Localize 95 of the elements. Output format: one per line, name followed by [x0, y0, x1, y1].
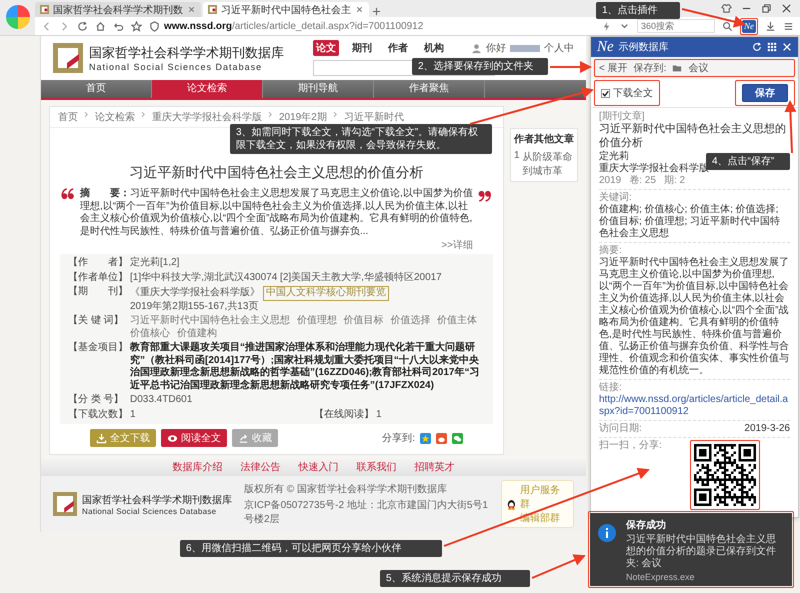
breadcrumb-link[interactable]: 2019年2期 — [279, 110, 327, 124]
database-name: 示例数据库 — [618, 40, 669, 54]
callout-tooltip: 4、点击“保存” — [706, 153, 790, 170]
nav-tab[interactable]: 期刊导航 — [263, 80, 374, 98]
action-button[interactable]: 全文下载 — [90, 429, 156, 447]
field-value: 教育部重大课题攻关项目“推进国家治理体系和治理能力现代化若干重大问题研究”（教社科司函[2014]177号）;国家社科规划重大委托项目“十八大以来党中央治国理政新理念新思想新战略的哲学基础”(16ZZD046);教育部社科司2017年“习近平总书记治国理政新理念新思想新战略研究专项任务”(17JFZX024) — [130, 342, 480, 392]
nav-tab[interactable]: 论文检索 — [152, 80, 263, 98]
expand-button[interactable]: < 展开 — [599, 61, 628, 75]
keyword-link[interactable]: 价值目标 — [344, 315, 384, 328]
search-tab[interactable]: 机构 — [421, 40, 447, 56]
plugin-logo: Ne — [597, 38, 614, 56]
field-label: 【期 刊】 — [68, 286, 126, 299]
search-tab[interactable]: 论文 — [313, 40, 339, 56]
folder-name[interactable]: 会议 — [688, 61, 708, 75]
footer-link[interactable]: 法律公告 — [240, 459, 280, 476]
abstract: 摘 要：习近平新时代中国特色社会主义思想发展了马克思主义价值论,以中国梦为价值理想,以“两个一百年”为价值目标,以中国特色社会主义为价值选择,以人民为价值主体,以社会主义核心价值观为价值核心,以“四个全面”战略布局为价值建构。它具有鲜明的价值特色,是时代性与民族性、特殊价值与普遍价值、弘扬正价值与摒弃负... — [80, 188, 473, 238]
search-tab[interactable]: 作者 — [385, 40, 411, 56]
abstract-label: 摘要: — [599, 244, 623, 256]
record-keywords: 价值建构; 价值核心; 价值主体; 价值选择; 价值目标; 价值理想; 习近平新时代中国特色社会主义思想 — [599, 204, 782, 240]
keyword-link[interactable]: 价值核心 — [130, 328, 170, 340]
footer-link[interactable]: 招聘英才 — [414, 459, 454, 476]
footer-link[interactable]: 联系我们 — [356, 459, 396, 476]
record-issue: 期: 2 — [664, 174, 686, 186]
field-label: 【下载次数】 — [68, 408, 126, 421]
index-badge: 中国人文科学核心期刊要览 — [263, 286, 389, 300]
breadcrumb-link[interactable]: 论文检索 — [95, 110, 135, 124]
field-value: [1]华中科技大学,湖北武汉430074 [2]美国天主教大学,华盛顿特区20017 — [130, 272, 442, 284]
share-label: 扫一扫，分享: — [599, 440, 662, 452]
save-button[interactable]: 保存 — [742, 84, 788, 102]
sidebar-title: 作者其他文章 — [514, 132, 574, 146]
callout-tooltip: 6、用微信扫描二维码，可以把网页分享给小伙伴 — [180, 540, 442, 557]
breadcrumb-link[interactable]: 重庆大学学报社会科学版 — [152, 110, 262, 124]
keyword-link[interactable]: 价值选择 — [390, 315, 430, 328]
article-title: 习近平新时代中国特色社会主义思想的价值分析 — [128, 164, 424, 182]
address-field[interactable]: www.nssd.org/articles/article_detail.aspx?id=7001100912 — [149, 19, 594, 33]
keywords-label: 关键词: — [599, 192, 633, 204]
field-value: D033.4TD601 — [130, 394, 192, 406]
details-link[interactable]: >>详细 — [441, 240, 473, 251]
field-label: 【基金项目】 — [68, 342, 126, 355]
field-label: 【关 键 词】 — [68, 315, 125, 328]
notification-source: NoteExpress.exe — [626, 572, 696, 582]
record-year: 2019 — [599, 174, 622, 186]
journal-link[interactable]: 《重庆大学学报社会科学版》 — [130, 287, 260, 300]
browser-tab[interactable]: 习近平新时代中国特色社会主 — [203, 2, 369, 17]
callout-tooltip: 3、如需同时下载全文，请勾选“下载全文”。请确保有权限下载全文，如果没有权限，会导致保存失败。 — [230, 124, 492, 154]
checkbox-label: 下载全文 — [613, 86, 653, 100]
keyword-link[interactable]: 习近平新时代中国特色社会主义思想 — [130, 315, 290, 328]
access-date: 2019-3-26 — [744, 422, 790, 434]
callout-tooltip: 1、点击插件 — [596, 2, 680, 19]
notification-message: 习近平新时代中国特色社会主义思想的价值分析的题录已保存到文件夹: 会议 — [626, 534, 777, 570]
record-title: 习近平新时代中国特色社会主义思想的价值分析 — [599, 123, 787, 150]
save-to-label: 保存到: — [634, 62, 666, 75]
record-abstract: 习近平新时代中国特色社会主义思想发展了马克思主义价值论,以中国梦为价值理想,以“两个一百年”为价值目标,以中国特色社会主义为价值选择,以人民为价值主体,以社会主义核心价值观为价值核心,以“四个全面”战略布局为价值建构。它具有鲜明的价值特色,是时代性与民族性、特殊价值与普遍价值、弘扬正价值与摒弃负价值、科学性与合理性、价值观念和价值实体、事实性价值与规范性价值的有机统一。 — [599, 256, 790, 376]
site-name: 国家哲学社会科学学术期刊数据库 — [89, 44, 284, 62]
copyright-text: 版权所有 © 国家哲学社会科学学术期刊数据库 — [244, 482, 448, 496]
qq-group-link[interactable]: 用户服务群 — [520, 483, 569, 511]
field-value: 1 — [376, 408, 382, 421]
greeting: 你好 — [486, 42, 506, 55]
share-label: 分享到: — [382, 432, 415, 445]
record-author: 定光莉 — [599, 150, 629, 162]
date-label: 访问日期: — [599, 422, 642, 434]
keyword-link[interactable]: 价值建构 — [176, 328, 217, 340]
user-center-link[interactable]: 个人中 — [544, 41, 574, 55]
nav-tab[interactable]: 作者聚焦 — [374, 80, 485, 98]
keyword-link[interactable]: 价值理想 — [296, 315, 337, 328]
plugin-button[interactable]: Ne — [742, 20, 756, 32]
callout-tooltip: 5、系统消息提示保存成功 — [380, 570, 530, 587]
field-value: 1 — [130, 408, 137, 421]
callout-tooltip: 2、选择要保存到的文件夹 — [412, 58, 548, 75]
breadcrumb-link[interactable]: 首页 — [58, 110, 78, 124]
icp-address-text: 京ICP备05072735号-2 地址：北京市建国门内大街5号1号楼2层 — [244, 498, 489, 526]
search-field[interactable]: 360搜索 — [637, 19, 715, 33]
link-label: 链接: — [599, 382, 623, 394]
browser-tab[interactable]: 国家哲学社会科学学术期刊数 — [35, 2, 201, 17]
record-type: [期刊文章] — [599, 111, 646, 122]
article-link[interactable]: 从阶级革命到城市革 — [522, 150, 574, 178]
record-volume: 卷: 25 — [629, 174, 656, 186]
search-tab[interactable]: 期刊 — [349, 40, 375, 56]
field-label: 【分 类 号】 — [68, 394, 125, 406]
action-button[interactable]: 阅读全文 — [161, 429, 227, 447]
field-value: 定光莉[1,2] — [130, 257, 180, 270]
field-label: 【在线阅读】 — [314, 408, 372, 421]
issue-pages: 2019年第2期155-167,共13页 — [130, 300, 258, 313]
keyword-link[interactable]: 价值主体 — [437, 315, 478, 328]
field-label: 【作者单位】 — [68, 272, 126, 284]
footer-link[interactable]: 数据库介绍 — [172, 459, 222, 476]
footer-link[interactable]: 快速入门 — [298, 459, 338, 476]
site-name: 国家哲学社会科学学术期刊数据库 — [82, 494, 232, 506]
field-label: 【作 者】 — [68, 257, 126, 270]
record-link[interactable]: http://www.nssd.org/articles/article_detail.aspx?id=7001100912 — [599, 394, 790, 418]
breadcrumb-link[interactable]: 习近平新时代 — [344, 110, 404, 124]
item-index: 1 — [514, 150, 520, 163]
site-name-english: National Social Sciences Database — [82, 506, 218, 516]
site-name-english: National Social Sciences Database — [89, 62, 264, 72]
notification-title: 保存成功 — [626, 518, 667, 532]
